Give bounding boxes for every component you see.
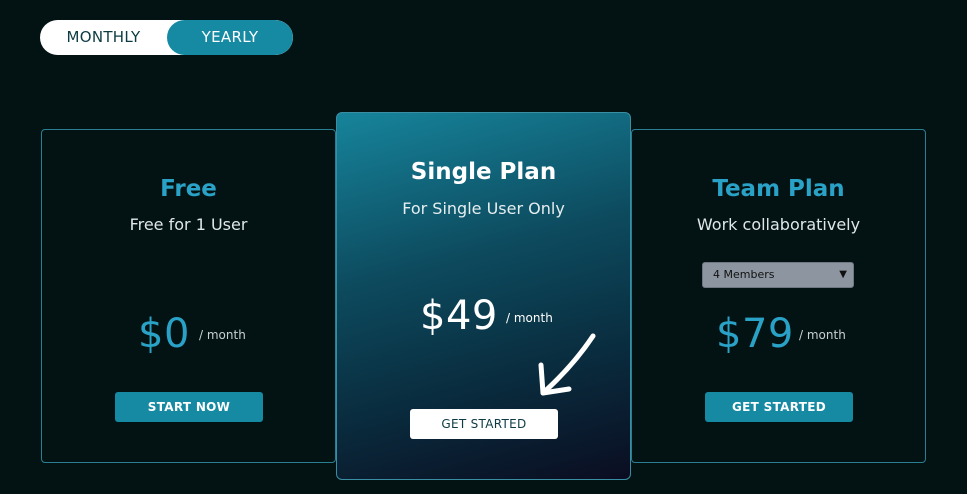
- plan-price: $0: [138, 311, 190, 357]
- plan-period: / month: [199, 328, 246, 342]
- plan-price: $49: [420, 293, 498, 339]
- members-select-value: 4 Members: [713, 268, 775, 281]
- plan-card-team: Team Plan Work collaboratively 4 Members…: [631, 129, 926, 463]
- plan-subtitle: Work collaboratively: [696, 215, 861, 234]
- start-now-button[interactable]: START NOW: [115, 392, 263, 422]
- chevron-down-icon: ▼: [839, 269, 847, 280]
- get-started-button-team[interactable]: GET STARTED: [705, 392, 853, 422]
- plan-subtitle: For Single User Only: [402, 199, 565, 218]
- plan-period: / month: [799, 328, 846, 342]
- arrow-down-left-icon: [538, 333, 596, 396]
- plan-title: Team Plan: [712, 176, 845, 202]
- plan-card-free: Free Free for 1 User $0 / month START NO…: [41, 129, 336, 463]
- plan-price: $79: [716, 311, 794, 357]
- plan-title: Free: [160, 176, 217, 202]
- get-started-button-single[interactable]: GET STARTED: [410, 409, 558, 439]
- members-select[interactable]: 4 Members ▼: [702, 262, 854, 288]
- plan-period: / month: [506, 311, 553, 325]
- monthly-toggle-option[interactable]: MONTHLY: [40, 20, 167, 55]
- plan-subtitle: Free for 1 User: [129, 215, 248, 234]
- yearly-toggle-option[interactable]: YEARLY: [167, 20, 293, 55]
- billing-toggle[interactable]: MONTHLY YEARLY: [40, 20, 293, 55]
- plan-title: Single Plan: [410, 159, 557, 185]
- plan-card-single: Single Plan For Single User Only $49 / m…: [336, 112, 631, 480]
